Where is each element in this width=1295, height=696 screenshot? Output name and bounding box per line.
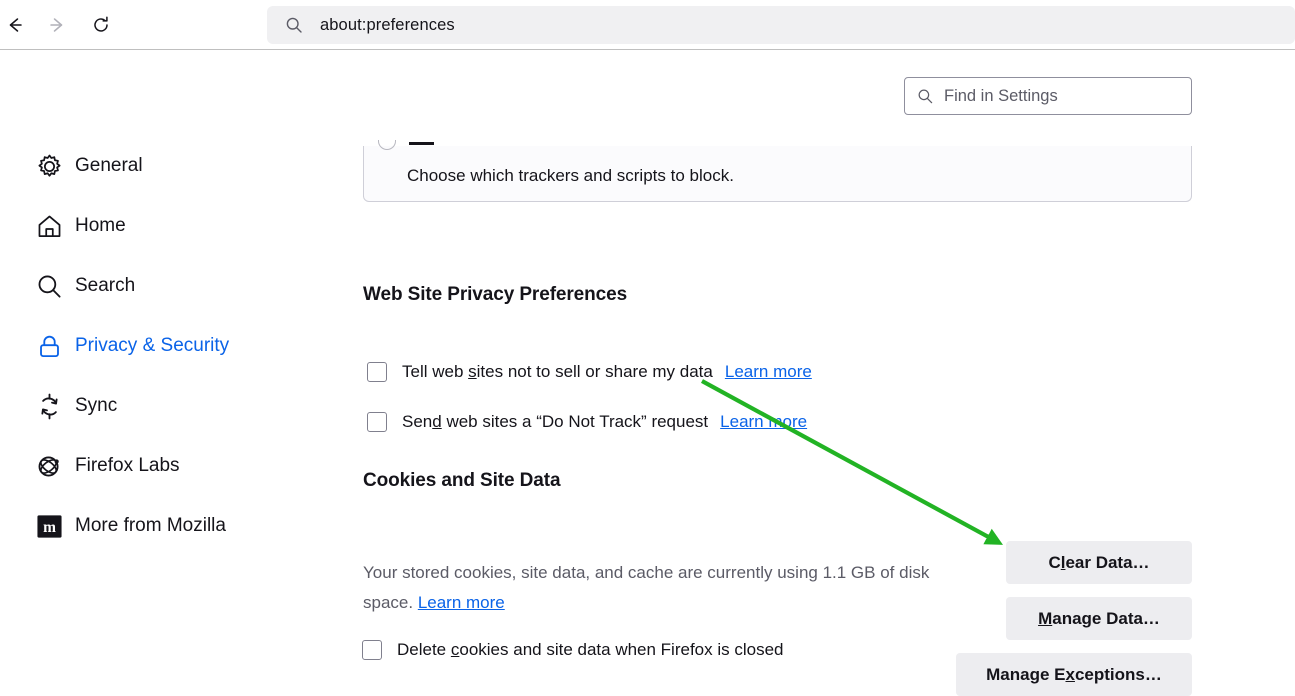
label-suffix: web sites a “Do Not Track” request (441, 412, 709, 431)
label-prefix: C (1048, 552, 1061, 572)
delete-cookies-on-close-checkbox[interactable] (362, 640, 382, 660)
arrow-left-icon (9, 18, 22, 32)
radio-label-partial (409, 142, 434, 145)
back-button[interactable] (0, 10, 30, 40)
label-suffix: anage Data… (1052, 608, 1160, 628)
tracking-protection-card[interactable]: Choose which trackers and scripts to blo… (363, 140, 1192, 202)
label-suffix: ookies and site data when Firefox is clo… (459, 640, 784, 659)
reload-button[interactable] (86, 10, 116, 40)
cookies-heading: Cookies and Site Data (363, 469, 561, 491)
do-not-track-row[interactable]: Send web sites a “Do Not Track” request … (367, 412, 807, 432)
delete-cookies-on-close-row[interactable]: Delete cookies and site data when Firefo… (362, 640, 784, 660)
browser-toolbar: about:preferences (0, 0, 1295, 50)
learn-more-link[interactable]: Learn more (725, 362, 812, 382)
delete-cookies-on-close-label: Delete cookies and site data when Firefo… (397, 640, 784, 660)
learn-more-link[interactable]: Learn more (418, 593, 505, 612)
label-suffix: ear Data… (1065, 552, 1150, 572)
url-bar[interactable]: about:preferences (267, 6, 1295, 44)
accesskey: M (1038, 608, 1053, 628)
label-prefix: Manage E (986, 664, 1066, 684)
tracking-card-description: Choose which trackers and scripts to blo… (407, 166, 734, 185)
main-content-panel: Choose which trackers and scripts to blo… (0, 51, 1295, 696)
settings-page: Find in Settings General Home Search Pri… (0, 51, 1295, 696)
arrow-right-icon (50, 18, 63, 32)
do-not-sell-label: Tell web sites not to sell or share my d… (402, 362, 713, 382)
label-suffix: ites not to sell or share my data (476, 362, 713, 381)
forward-button (42, 10, 72, 40)
do-not-sell-row[interactable]: Tell web sites not to sell or share my d… (367, 362, 812, 382)
label-prefix: Sen (402, 412, 433, 431)
do-not-sell-checkbox[interactable] (367, 362, 387, 382)
label-prefix: Tell web (402, 362, 469, 381)
clear-data-button[interactable]: Cl ear Data… (1006, 541, 1192, 584)
website-privacy-heading: Web Site Privacy Preferences (363, 283, 628, 305)
learn-more-link[interactable]: Learn more (720, 412, 807, 432)
reload-icon (94, 16, 108, 32)
manage-exceptions-button[interactable]: Manage Ex ceptions… (956, 653, 1192, 696)
search-icon (285, 16, 303, 34)
do-not-track-label: Send web sites a “Do Not Track” request (402, 412, 708, 432)
url-text: about:preferences (320, 15, 455, 34)
manage-data-button[interactable]: Manage Data… (1006, 597, 1192, 640)
label-prefix: Delete (397, 640, 451, 659)
accesskey: x (1065, 664, 1075, 684)
cookies-description: Your stored cookies, site data, and cach… (363, 558, 933, 618)
accesskey: d (432, 412, 442, 431)
do-not-track-checkbox[interactable] (367, 412, 387, 432)
radio-button-partial[interactable] (378, 140, 396, 150)
label-suffix: ceptions… (1074, 664, 1162, 684)
accesskey: s (468, 362, 477, 381)
